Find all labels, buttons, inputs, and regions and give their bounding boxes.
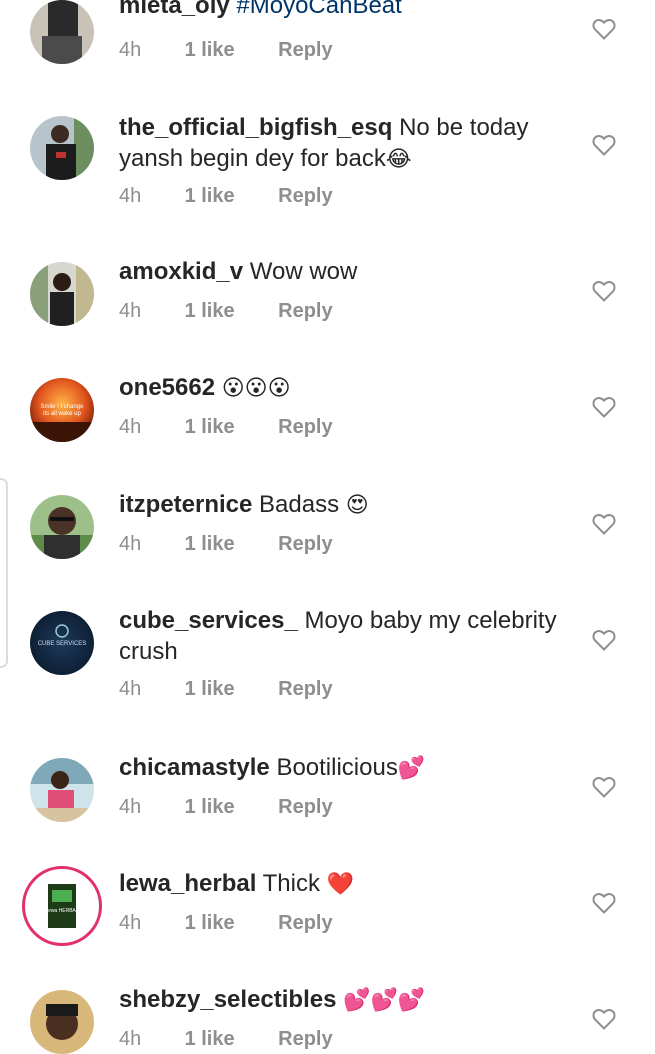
comment-time: 4h xyxy=(119,1028,142,1050)
like-count[interactable]: 1 like xyxy=(185,796,273,819)
avatar-caption: Smile ! I change its all wake up xyxy=(40,404,84,417)
like-count[interactable]: 1 like xyxy=(185,912,273,935)
like-count[interactable]: 1 like xyxy=(185,416,273,439)
avatar-caption: CUBE SERVICES xyxy=(37,641,87,647)
reply-button[interactable]: Reply xyxy=(278,416,332,439)
reply-button[interactable]: Reply xyxy=(278,533,332,556)
heart-outline-icon[interactable] xyxy=(592,629,616,651)
avatar[interactable] xyxy=(30,262,94,326)
comment-username[interactable]: mieta_oly xyxy=(119,0,230,19)
comment-username[interactable]: chicamastyle xyxy=(119,754,270,781)
comment-time: 4h xyxy=(119,416,142,438)
avatar[interactable]: CUBE SERVICES xyxy=(30,611,94,675)
avatar[interactable] xyxy=(30,495,94,559)
like-count[interactable]: 1 like xyxy=(185,533,273,556)
comment-time: 4h xyxy=(119,912,142,934)
reply-button[interactable]: Reply xyxy=(278,1028,332,1051)
comment-text: one5662 😮😮😮 xyxy=(119,372,579,403)
laughing-emoji: 😂 xyxy=(385,146,412,171)
red-heart-emoji: ❤️ xyxy=(326,871,355,896)
comment-username[interactable]: one5662 xyxy=(119,374,215,401)
heart-outline-icon[interactable] xyxy=(592,134,616,156)
comment-time: 4h xyxy=(119,796,142,818)
heart-outline-icon[interactable] xyxy=(592,513,616,535)
comment-meta: 4h 1 like Reply xyxy=(119,678,333,701)
avatar[interactable]: Lewa HERBAL xyxy=(22,866,102,946)
like-count[interactable]: 1 like xyxy=(185,300,273,323)
comment-username[interactable]: shebzy_selectibles xyxy=(119,986,336,1013)
avatar[interactable] xyxy=(30,990,94,1054)
comment-time: 4h xyxy=(119,185,142,207)
comment-time: 4h xyxy=(119,300,142,322)
comment-text: shebzy_selectibles 💕💕💕 xyxy=(119,984,579,1015)
comment-meta: 4h 1 like Reply xyxy=(119,300,333,323)
comment-username[interactable]: cube_services_ xyxy=(119,607,298,634)
reply-button[interactable]: Reply xyxy=(278,185,332,208)
heart-outline-icon[interactable] xyxy=(592,280,616,302)
avatar[interactable] xyxy=(30,758,94,822)
reply-button[interactable]: Reply xyxy=(278,300,332,323)
scroll-edge-indicator xyxy=(0,478,8,668)
comment-text: cube_services_ Moyo baby my celebrity cr… xyxy=(119,605,579,667)
comment-text: chicamastyle Bootilicious💕 xyxy=(119,752,579,783)
reply-button[interactable]: Reply xyxy=(278,39,332,62)
reply-button[interactable]: Reply xyxy=(278,796,332,819)
comment-meta: 4h 1 like Reply xyxy=(119,1028,333,1051)
comment-meta: 4h 1 like Reply xyxy=(119,533,333,556)
comment-body: Badass xyxy=(259,491,340,518)
heart-outline-icon[interactable] xyxy=(592,1008,616,1030)
avatar[interactable]: Smile ! I change its all wake up xyxy=(30,378,94,442)
comment-time: 4h xyxy=(119,678,142,700)
comment-time: 4h xyxy=(119,533,142,555)
comment-username[interactable]: itzpeternice xyxy=(119,491,252,518)
heart-outline-icon[interactable] xyxy=(592,892,616,914)
like-count[interactable]: 1 like xyxy=(185,678,273,701)
comment-body: Bootilicious xyxy=(276,754,398,781)
like-count[interactable]: 1 like xyxy=(185,1028,273,1051)
comment-username[interactable]: amoxkid_v xyxy=(119,258,243,285)
comment-text: lewa_herbal Thick ❤️ xyxy=(119,868,579,899)
heart-eyes-emoji: 😍 xyxy=(345,492,369,517)
heart-outline-icon[interactable] xyxy=(592,18,616,40)
like-count[interactable]: 1 like xyxy=(185,185,273,208)
comment-meta: 4h 1 like Reply xyxy=(119,185,333,208)
comment-text: the_official_bigfish_esq No be today yan… xyxy=(119,112,579,174)
astonished-emoji: 😮😮😮 xyxy=(221,375,291,400)
reply-button[interactable]: Reply xyxy=(278,678,332,701)
avatar[interactable] xyxy=(30,0,94,64)
two-hearts-emoji: 💕 xyxy=(397,755,426,780)
heart-outline-icon[interactable] xyxy=(592,396,616,418)
comment-body: Thick xyxy=(262,870,320,897)
comment-meta: 4h 1 like Reply xyxy=(119,912,333,935)
comment-text: mieta_oly #MoyoCanBeat xyxy=(119,0,579,21)
comment-body[interactable]: #MoyoCanBeat xyxy=(236,0,401,19)
comment-meta: 4h 1 like Reply xyxy=(119,416,333,439)
avatar-caption: Lewa HERBAL xyxy=(45,908,79,914)
comment-username[interactable]: the_official_bigfish_esq xyxy=(119,114,392,141)
comment-text: amoxkid_v Wow wow xyxy=(119,256,579,287)
like-count[interactable]: 1 like xyxy=(185,39,273,62)
reply-button[interactable]: Reply xyxy=(278,912,332,935)
comment-time: 4h xyxy=(119,39,142,61)
heart-outline-icon[interactable] xyxy=(592,776,616,798)
comment-username[interactable]: lewa_herbal xyxy=(119,870,256,897)
comment-body: Wow wow xyxy=(249,258,358,285)
comment-meta: 4h 1 like Reply xyxy=(119,39,333,62)
avatar[interactable] xyxy=(30,116,94,180)
two-hearts-emoji: 💕💕💕 xyxy=(343,987,426,1012)
comment-meta: 4h 1 like Reply xyxy=(119,796,333,819)
comment-text: itzpeternice Badass 😍 xyxy=(119,489,579,520)
